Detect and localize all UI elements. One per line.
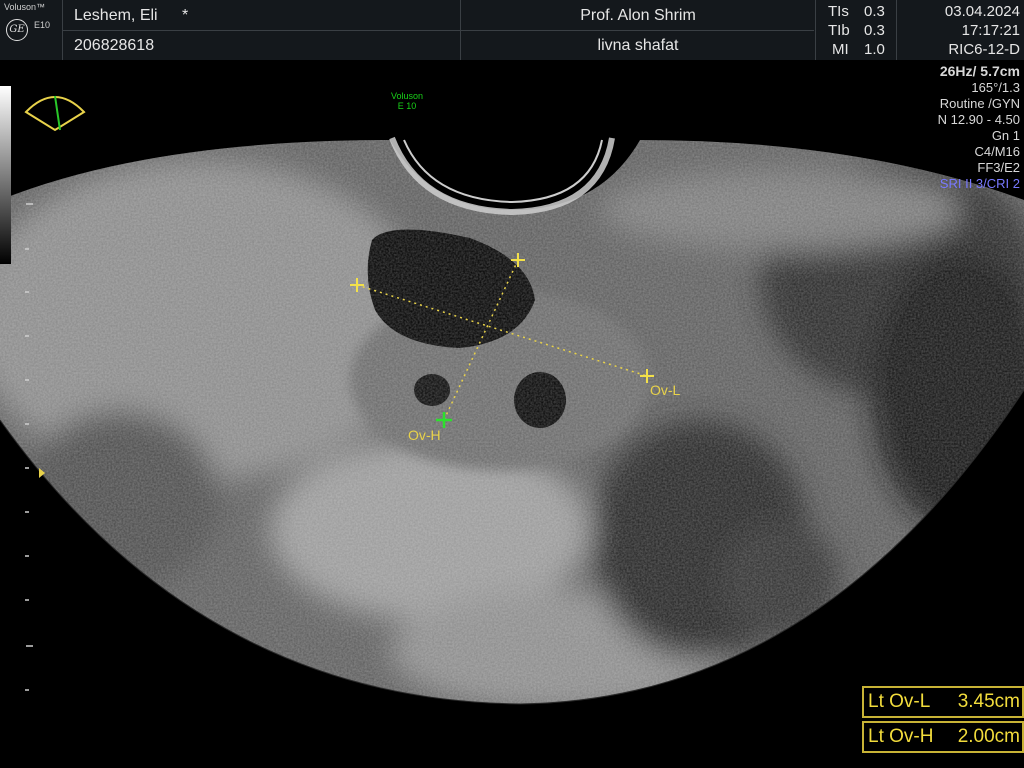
frequency-info: N 12.90 - 4.50 [937,112,1020,127]
voluson-watermark: Voluson E 10 [391,91,424,111]
measurement-height-value: 2.00cm [957,726,1020,747]
patient-id[interactable]: 206828618 [74,37,154,55]
ff-info: FF3/E2 [977,160,1020,175]
tis-value: 0.3 [864,3,885,20]
caliper-label-length: Ov-L [650,382,681,398]
tis-label: TIs [828,3,849,20]
gain-info: Gn 1 [991,128,1020,143]
exam-time: 17:17:21 [961,22,1020,39]
measurement-height-label: Lt Ov-H [868,726,934,747]
brand-label: Voluson™ [4,2,46,12]
patient-flag: * [182,7,189,24]
caliper-label-height: Ov-H [408,427,441,443]
measurement-height[interactable]: Lt Ov-H 2.00cm [862,721,1024,753]
preset-info[interactable]: Routine /GYN [940,96,1020,112]
angle-info: 165°/1.3 [971,80,1020,95]
probe-name: RIC6-12-D [948,41,1020,58]
header-bar: Voluson™ GE E10 Leshem, Eli * 206828618 … [0,0,1024,60]
measurement-length-value: 3.45cm [957,691,1020,712]
measurement-length-label: Lt Ov-L [868,691,931,712]
ultrasound-image [0,95,1024,705]
mi-value: 1.0 [864,41,885,58]
sri-info: SRI II 3/CRI 2 [939,176,1020,191]
probe-orientation-icon [24,95,86,132]
mi-label: MI [832,41,849,58]
brand-model: E10 [34,20,51,30]
ge-logo-icon: GE [6,19,28,41]
cm-info: C4/M16 [974,144,1020,159]
tib-value: 0.3 [864,22,885,39]
exam-date: 03.04.2024 [944,3,1020,20]
institution-name: livna shafat [597,37,679,54]
patient-name[interactable]: Leshem, Eli [74,7,158,25]
measurement-length[interactable]: Lt Ov-L 3.45cm [862,686,1024,718]
frame-depth: 26Hz/ 5.7cm [939,63,1020,79]
grayscale-bar [0,86,11,264]
tib-label: TIb [828,22,850,39]
physician-name: Prof. Alon Shrim [580,7,696,24]
